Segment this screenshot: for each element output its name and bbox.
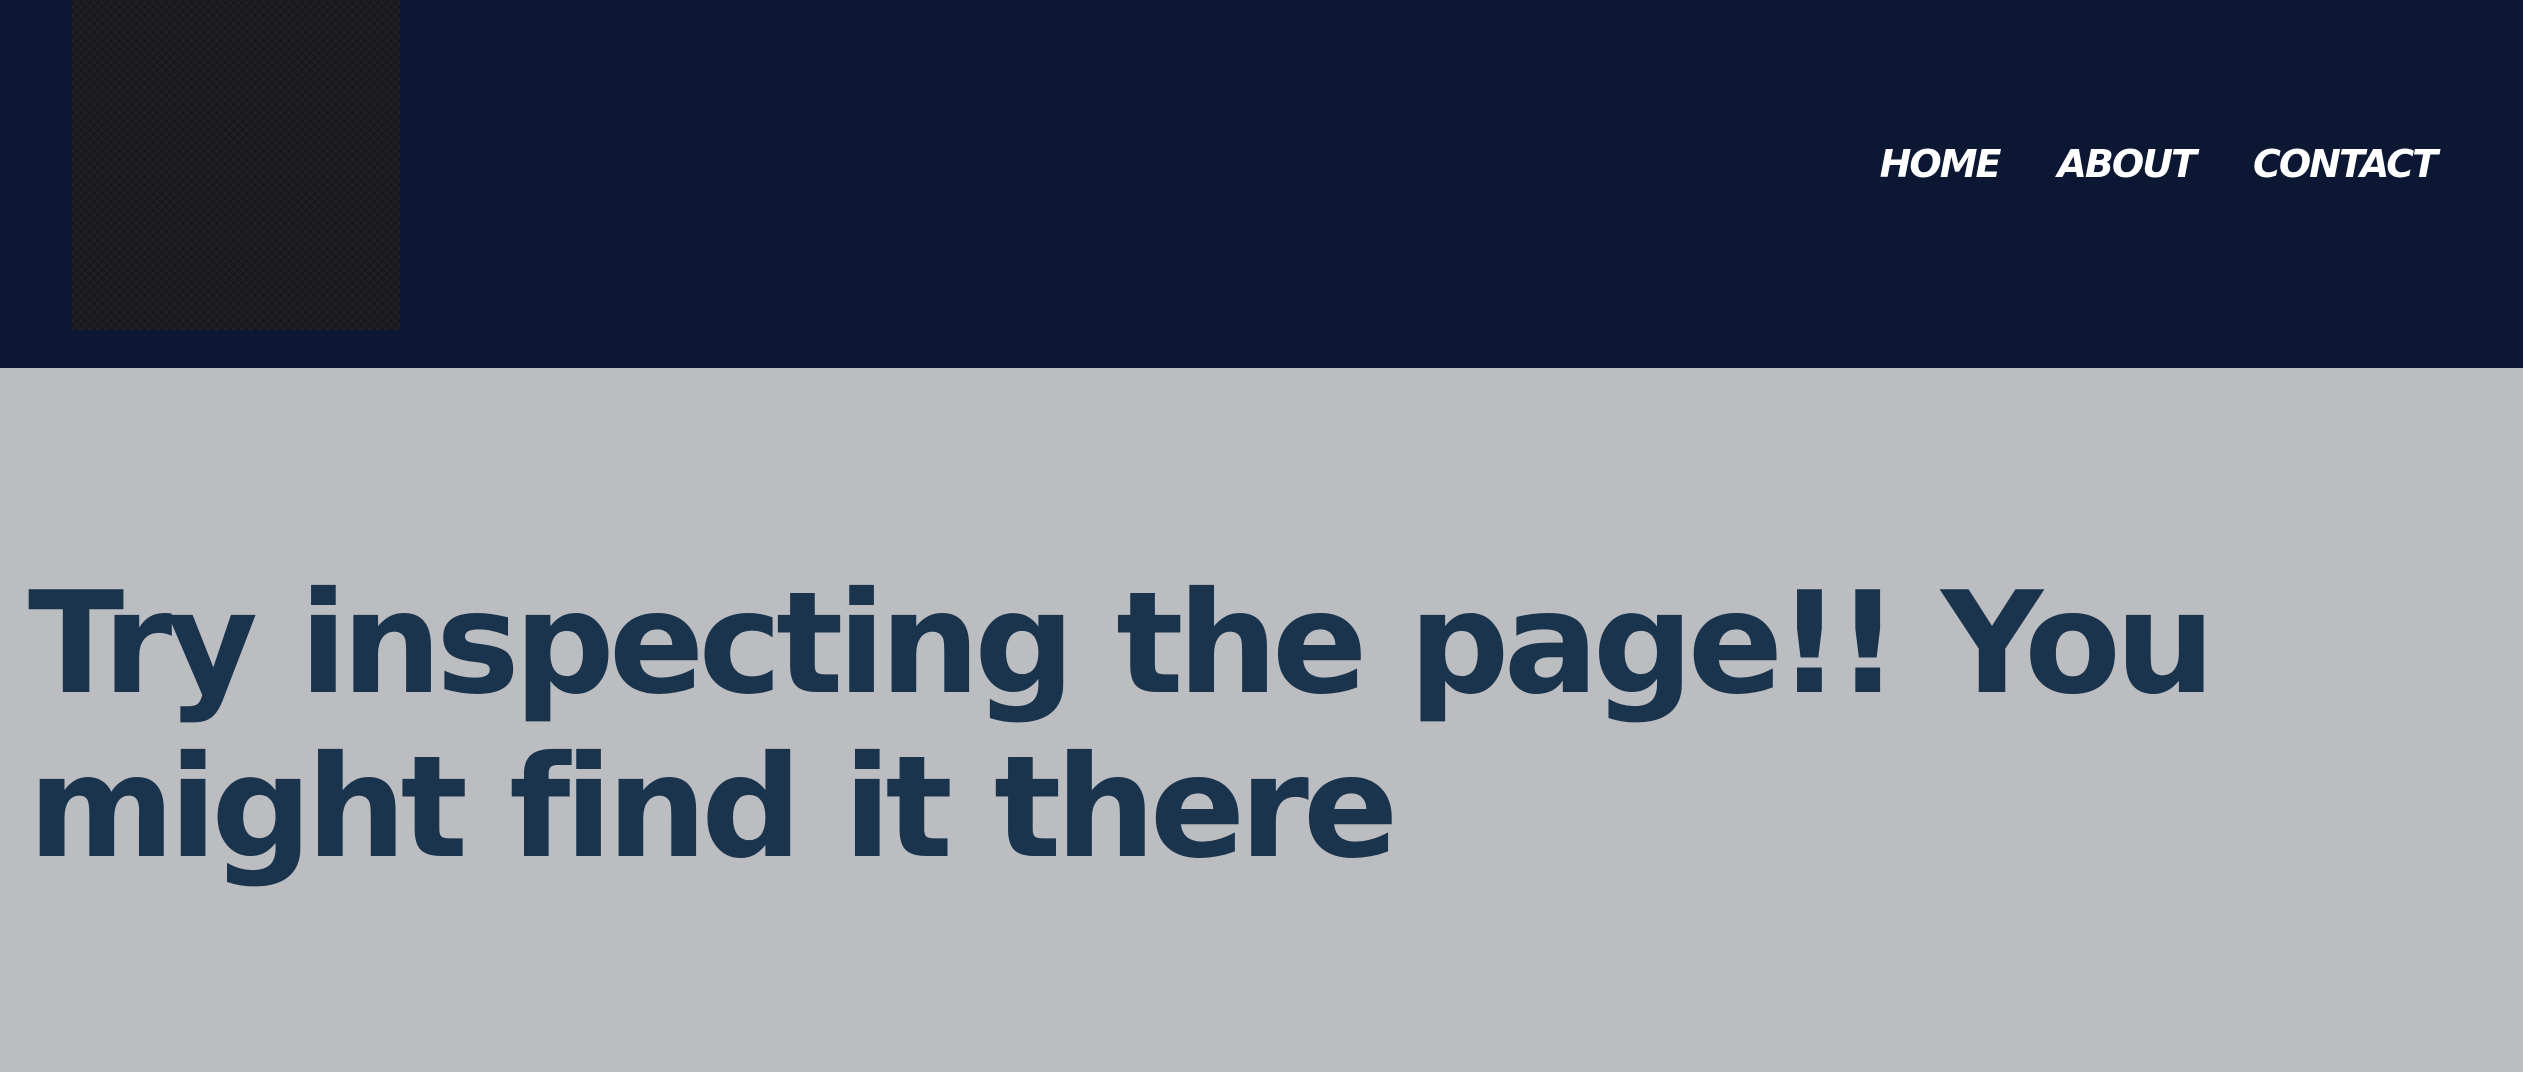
nav-link-about[interactable]: ABOUT	[2058, 145, 2197, 183]
nav-link-contact[interactable]: CONTACT	[2253, 145, 2438, 183]
main-content: Try inspecting the page!! You might find…	[0, 368, 2523, 1072]
main-nav: HOME ABOUT CONTACT	[1880, 145, 2438, 183]
logo[interactable]	[72, 0, 400, 330]
site-header: HOME ABOUT CONTACT	[0, 0, 2523, 368]
page-heading: Try inspecting the page!! You might find…	[28, 562, 2215, 890]
nav-link-home[interactable]: HOME	[1880, 145, 2002, 183]
